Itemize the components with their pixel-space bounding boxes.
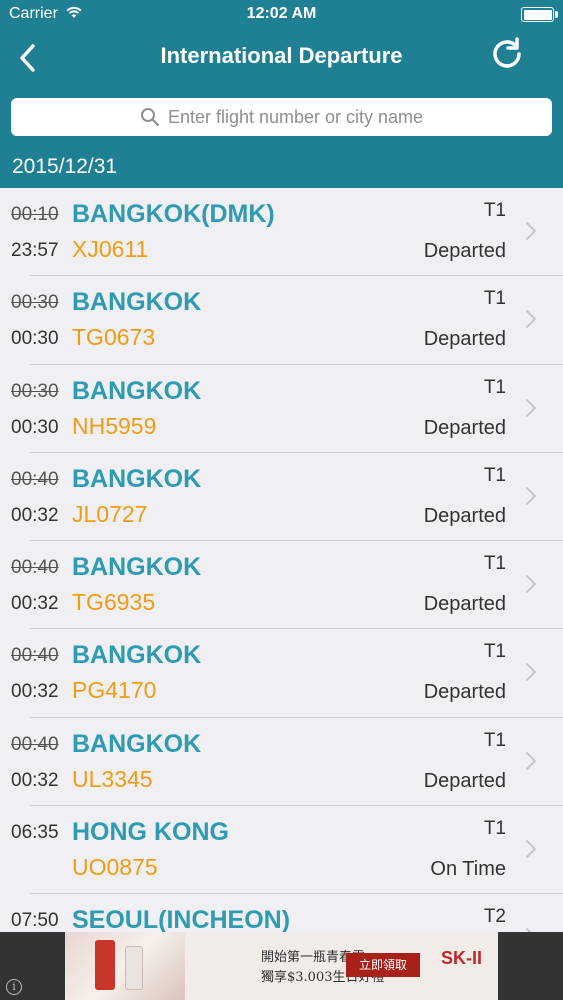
info-icon[interactable]: i [6, 979, 22, 995]
scheduled-time: 00:40 [11, 733, 59, 755]
search-icon [140, 107, 160, 127]
flight-number: NH5959 [72, 412, 157, 439]
destination-city: BANGKOK(DMK) [72, 200, 275, 228]
flight-status: Departed [423, 769, 506, 792]
battery-icon [521, 7, 554, 22]
terminal-label: T1 [483, 818, 506, 840]
ad-cta-button[interactable]: 立即領取 [346, 953, 420, 977]
flight-number: PG4170 [72, 677, 157, 704]
flight-row[interactable]: 00:40 00:32 BANGKOK JL0727 T1 Departed [0, 453, 563, 542]
terminal-label: T2 [483, 906, 506, 928]
terminal-label: T1 [483, 376, 506, 398]
actual-time: 00:32 [11, 504, 59, 526]
chevron-right-icon [526, 840, 536, 859]
destination-city: BANGKOK [72, 288, 202, 317]
actual-time: 23:57 [11, 240, 59, 261]
scheduled-time: 00:40 [11, 645, 59, 667]
terminal-label: T1 [483, 464, 506, 486]
status-bar: Carrier 12:02 AM [0, 0, 563, 30]
chevron-right-icon [526, 222, 536, 240]
ad-product-bottle [95, 940, 115, 990]
refresh-button[interactable] [489, 36, 525, 72]
destination-city: SEOUL(INCHEON) [72, 906, 291, 932]
header: Carrier 12:02 AM International Departure [0, 0, 563, 188]
flight-status: Departed [423, 593, 506, 616]
ad-product-image [65, 932, 185, 1000]
flight-number: UO0875 [72, 854, 158, 881]
flight-row[interactable]: 00:40 00:32 BANGKOK UL3345 T1 Departed [0, 718, 563, 807]
ad-banner[interactable]: 開始第一瓶青春露 獨享$3.003生日好禮 立即領取 SK-II [0, 932, 563, 1000]
chevron-right-icon [526, 575, 536, 594]
page-title: International Departure [160, 43, 403, 68]
ad-content[interactable]: 開始第一瓶青春露 獨享$3.003生日好禮 立即領取 SK-II [65, 932, 498, 1000]
actual-time: 00:32 [11, 593, 59, 615]
refresh-icon [493, 37, 521, 68]
destination-city: BANGKOK [72, 464, 202, 493]
scheduled-time: 00:30 [11, 380, 59, 402]
flight-row[interactable]: 07:50 SEOUL(INCHEON) T2 [0, 894, 563, 932]
scheduled-time: 00:40 [11, 468, 59, 490]
chevron-right-icon [526, 486, 536, 505]
battery-tip [555, 11, 558, 18]
flight-number: UL3345 [72, 765, 153, 792]
flight-number: JL0727 [72, 500, 148, 527]
flight-row[interactable]: 06:35 HONG KONG UO0875 T1 On Time [0, 806, 563, 895]
terminal-label: T1 [483, 641, 506, 663]
actual-time: 00:32 [11, 681, 59, 703]
flight-number: TG0673 [72, 324, 156, 351]
flight-status: Departed [423, 681, 506, 704]
scheduled-time: 00:40 [11, 557, 59, 579]
destination-city: BANGKOK [72, 553, 202, 582]
scheduled-time: 00:30 [11, 292, 59, 314]
chevron-right-icon [526, 751, 536, 770]
flight-number: TG6935 [72, 589, 156, 616]
flight-row[interactable]: 00:30 00:30 BANGKOK TG0673 T1 Departed [0, 276, 563, 365]
terminal-label: T1 [483, 553, 506, 575]
search-input[interactable]: Enter flight number or city name [11, 98, 552, 136]
terminal-label: T1 [483, 729, 506, 751]
flight-row[interactable]: 00:10 23:57 BANGKOK(DMK) XJ0611 T1 Departed [0, 188, 563, 277]
flight-status: Departed [423, 416, 506, 439]
flight-number: XJ0611 [72, 236, 149, 262]
ad-product-bottle [125, 946, 143, 990]
flight-list[interactable]: 00:10 23:57 BANGKOK(DMK) XJ0611 T1 Departed 00… [0, 188, 563, 932]
scheduled-time: 07:50 [11, 910, 59, 932]
actual-time: 00:30 [11, 416, 59, 438]
chevron-right-icon [526, 398, 536, 417]
status-time: 12:02 AM [246, 5, 317, 22]
scheduled-time: 00:10 [11, 204, 59, 225]
destination-city: BANGKOK [72, 376, 202, 405]
search-placeholder: Enter flight number or city name [167, 106, 424, 127]
destination-city: BANGKOK [72, 729, 202, 758]
terminal-label: T1 [483, 200, 506, 221]
actual-time: 00:32 [11, 769, 59, 791]
chevron-right-icon [526, 663, 536, 682]
flight-row[interactable]: 00:30 00:30 BANGKOK NH5959 T1 Departed [0, 365, 563, 454]
flight-status: Departed [423, 240, 506, 262]
flight-row[interactable]: 00:40 00:32 BANGKOK TG6935 T1 Departed [0, 541, 563, 630]
flight-status: Departed [423, 504, 506, 527]
destination-city: HONG KONG [72, 818, 229, 847]
flight-status: Departed [423, 328, 506, 351]
destination-city: BANGKOK [72, 641, 202, 670]
chevron-right-icon [526, 310, 536, 329]
ad-brand-logo: SK-II [441, 948, 483, 968]
flight-row[interactable]: 00:40 00:32 BANGKOK PG4170 T1 Departed [0, 629, 563, 719]
terminal-label: T1 [483, 288, 506, 310]
date-label: 2015/12/31 [12, 155, 118, 178]
scheduled-time: 06:35 [11, 822, 59, 844]
actual-time: 00:30 [11, 328, 59, 350]
flight-status: On Time [430, 858, 506, 881]
